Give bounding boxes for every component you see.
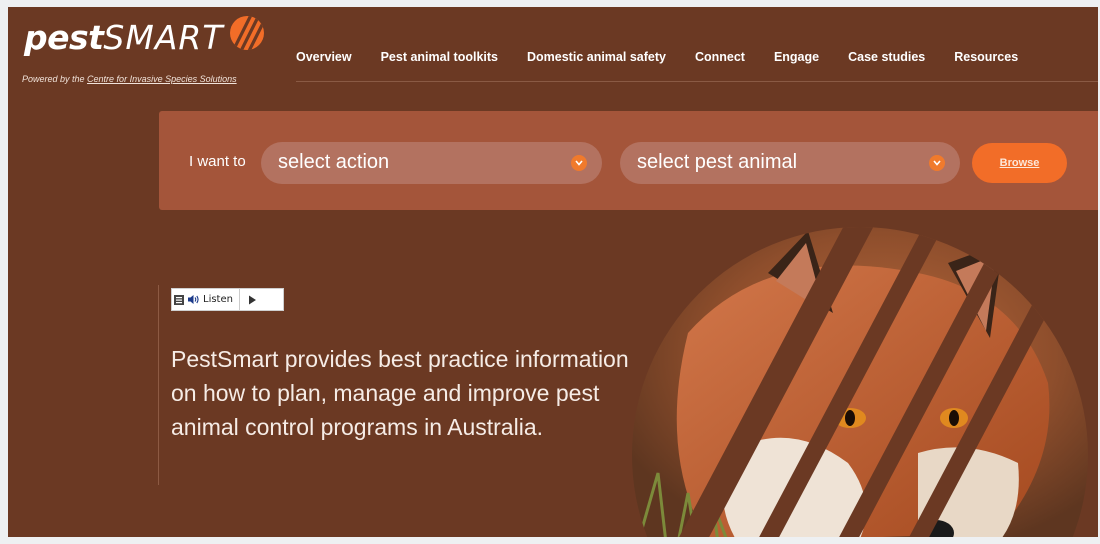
nav-case-studies[interactable]: Case studies bbox=[848, 50, 925, 64]
logo-smart-text: SMART bbox=[103, 18, 224, 57]
logo-mark-icon bbox=[230, 16, 264, 50]
tagline-prefix: Powered by the bbox=[22, 74, 88, 84]
site-logo[interactable]: pestSMART Powered by the Centre for Inva… bbox=[22, 16, 264, 84]
logo-tagline: Powered by the Centre for Invasive Speci… bbox=[22, 74, 237, 84]
chevron-down-icon bbox=[929, 155, 945, 171]
nav-engage[interactable]: Engage bbox=[774, 50, 819, 64]
listen-widget[interactable]: Listen bbox=[171, 288, 284, 311]
hero-divider bbox=[158, 285, 159, 485]
fox-image bbox=[632, 227, 1088, 537]
nav-domestic-animal-safety[interactable]: Domestic animal safety bbox=[527, 50, 666, 64]
tagline-link[interactable]: Centre for Invasive Species Solutions bbox=[87, 74, 237, 84]
logo-pest-text: pest bbox=[24, 18, 104, 57]
nav-overview[interactable]: Overview bbox=[296, 50, 352, 64]
nav-pest-animal-toolkits[interactable]: Pest animal toolkits bbox=[381, 50, 498, 64]
play-button[interactable] bbox=[240, 289, 266, 310]
browse-button[interactable]: Browse bbox=[972, 143, 1067, 183]
page: pestSMART Powered by the Centre for Inva… bbox=[8, 7, 1098, 537]
logo-wordmark: pestSMART bbox=[24, 21, 224, 55]
nav-divider bbox=[296, 81, 1098, 82]
hero-description: PestSmart provides best practice informa… bbox=[171, 346, 629, 440]
select-pest-animal-dropdown[interactable]: select pest animal bbox=[620, 142, 960, 184]
select-pest-animal-value: select pest animal bbox=[637, 151, 798, 173]
select-action-value: select action bbox=[278, 151, 390, 173]
speaker-icon bbox=[188, 295, 199, 304]
search-panel: I want to select action select pest anim… bbox=[159, 111, 1098, 210]
nav-connect[interactable]: Connect bbox=[695, 50, 745, 64]
nav-resources[interactable]: Resources bbox=[954, 50, 1018, 64]
play-icon bbox=[249, 295, 257, 304]
select-action-dropdown[interactable]: select action bbox=[261, 142, 602, 184]
listen-label: Listen bbox=[203, 294, 233, 305]
listen-button[interactable]: Listen bbox=[172, 289, 240, 310]
search-prefix-label: I want to bbox=[189, 153, 246, 170]
main-nav: Overview Pest animal toolkits Domestic a… bbox=[296, 50, 1047, 64]
menu-icon[interactable] bbox=[174, 294, 184, 305]
chevron-down-icon bbox=[571, 155, 587, 171]
